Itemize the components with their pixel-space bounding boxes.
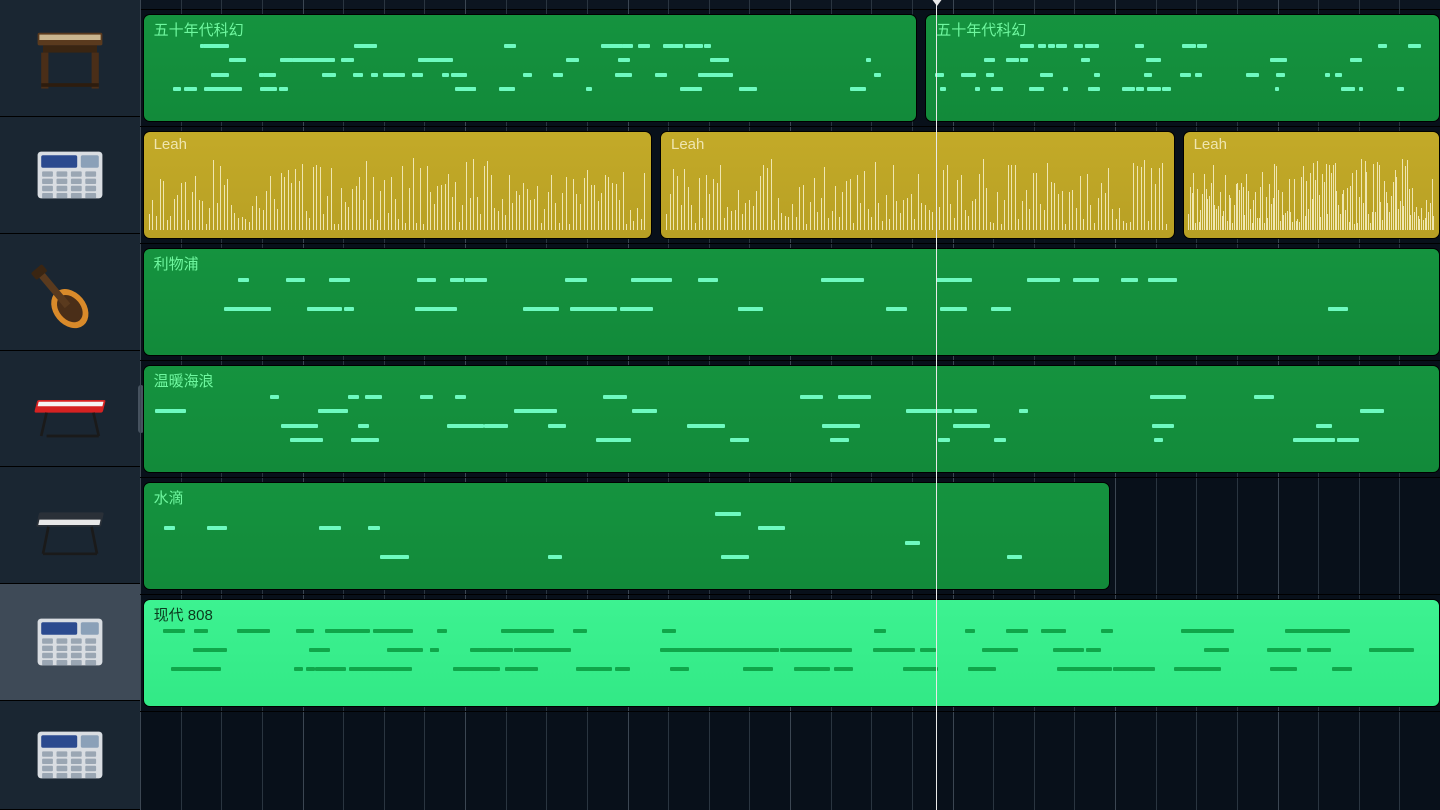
track-lane-2[interactable]: Leah Leah Leah [140, 127, 1440, 244]
clip-label: 温暖海浪 [154, 370, 214, 391]
midi-notes [932, 41, 1433, 115]
track-lane-1[interactable]: 五十年代科幻 五十年代科幻 [140, 10, 1440, 127]
drum-machine-icon [25, 597, 115, 687]
waveform [665, 162, 1170, 230]
drum-machine-icon [25, 130, 115, 220]
track-header-5[interactable] [0, 467, 140, 584]
clip-label: Leah [154, 136, 187, 153]
clip-region[interactable]: 温暖海浪 [143, 365, 1440, 473]
track-lane-6[interactable]: 现代 808 [140, 595, 1440, 712]
midi-notes [150, 626, 1433, 700]
drum-machine-icon [25, 710, 115, 800]
track-header-4[interactable] [0, 351, 140, 468]
midi-notes [150, 275, 1433, 349]
clip-region[interactable]: Leah [143, 131, 653, 239]
clip-region[interactable]: 五十年代科幻 [143, 14, 918, 122]
waveform [148, 162, 648, 230]
clip-label: 现代 808 [154, 604, 213, 625]
track-header-3[interactable] [0, 234, 140, 351]
track-lane-4[interactable]: 温暖海浪 [140, 361, 1440, 478]
clip-label: Leah [671, 136, 704, 153]
organ-icon [25, 13, 115, 103]
track-header-6[interactable] [0, 584, 140, 701]
track-header-list [0, 0, 140, 810]
timeline-ruler[interactable] [140, 0, 1440, 10]
track-lane-7[interactable] [140, 712, 1440, 810]
midi-notes [150, 41, 911, 115]
clip-region[interactable]: 利物浦 [143, 248, 1440, 356]
clip-region[interactable]: Leah [660, 131, 1175, 239]
daw-arrange-view: 五十年代科幻 五十年代科幻 Leah Leah Leah 利物浦 温暖海浪 水滴 现代… [0, 0, 1440, 810]
clip-label: Leah [1194, 136, 1227, 153]
waveform [1188, 162, 1435, 230]
midi-notes [150, 509, 1103, 583]
clip-region[interactable]: 现代 808 [143, 599, 1440, 707]
clip-label: 五十年代科幻 [154, 19, 244, 40]
track-header-2[interactable] [0, 117, 140, 234]
clip-region[interactable]: 五十年代科幻 [925, 14, 1440, 122]
bass-guitar-icon [25, 247, 115, 337]
e-piano-icon [25, 480, 115, 570]
clip-label: 利物浦 [154, 253, 199, 274]
clip-label: 水滴 [154, 487, 184, 508]
track-header-1[interactable] [0, 0, 140, 117]
track-lane-3[interactable]: 利物浦 [140, 244, 1440, 361]
track-lane-5[interactable]: 水滴 [140, 478, 1440, 595]
clip-region[interactable]: Leah [1183, 131, 1440, 239]
keyboard-icon [25, 364, 115, 454]
clip-region[interactable]: 水滴 [143, 482, 1110, 590]
track-lanes: 五十年代科幻 五十年代科幻 Leah Leah Leah 利物浦 温暖海浪 水滴 现代… [140, 10, 1440, 810]
clip-label: 五十年代科幻 [936, 19, 1026, 40]
arrange-area[interactable]: 五十年代科幻 五十年代科幻 Leah Leah Leah 利物浦 温暖海浪 水滴 现代… [140, 0, 1440, 810]
track-header-7[interactable] [0, 701, 140, 810]
midi-notes [150, 392, 1433, 466]
